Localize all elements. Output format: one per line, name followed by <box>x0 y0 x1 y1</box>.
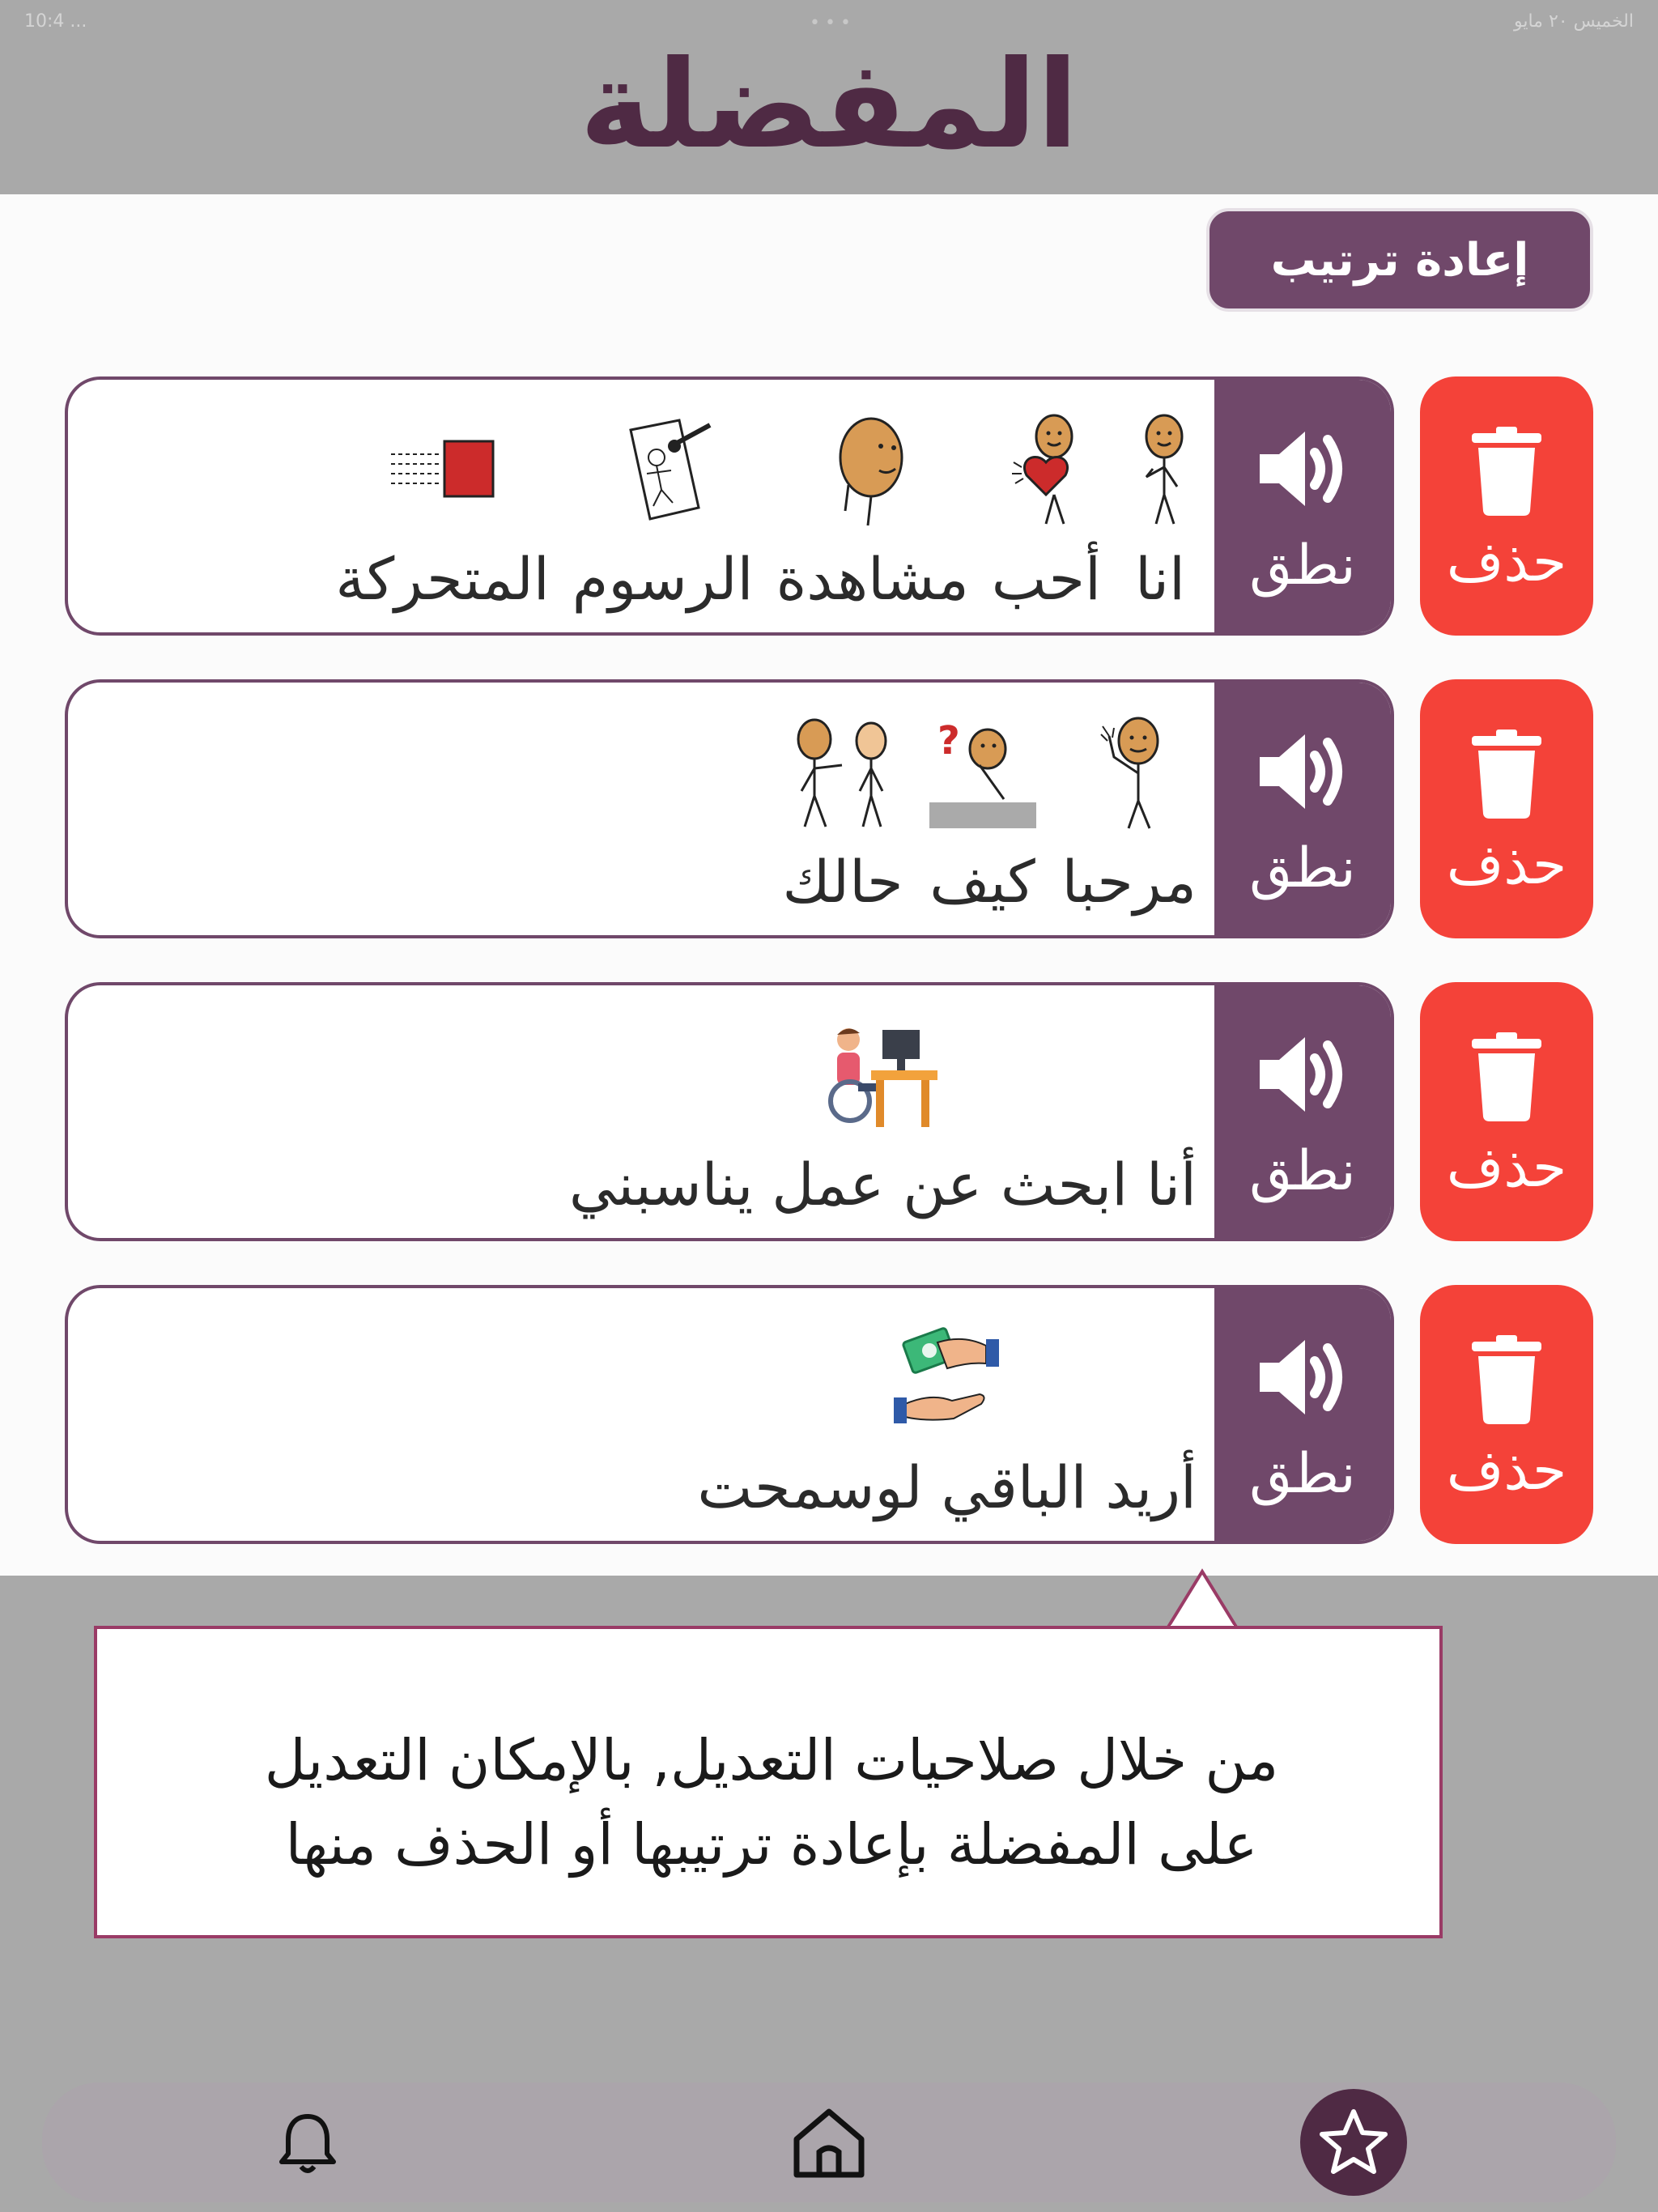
symbol-word: أحب <box>991 545 1101 613</box>
delete-label: حذف <box>1446 530 1567 594</box>
me-person-icon <box>1145 414 1184 525</box>
bell-icon[interactable] <box>274 2110 342 2178</box>
symbol-word: المتحركة <box>335 545 550 613</box>
symbol-strip: مرحبا ? كيف حالك <box>782 683 1197 935</box>
trash-icon <box>1472 730 1541 819</box>
favorite-row: حذف نطق <box>0 376 1658 636</box>
delete-button[interactable]: حذف <box>1420 1285 1593 1544</box>
callout-line-1: من خلال صلاحيات التعديل, بالإمكان التعدي… <box>264 1727 1279 1793</box>
phrase-card[interactable]: نطق أنا ابحث عن عمل يناسبني <box>65 982 1394 1241</box>
symbol-word: أريد الباقي لوسمحت <box>697 1453 1197 1521</box>
wheelchair-computer-icon <box>828 1028 938 1127</box>
speak-button[interactable]: نطق <box>1214 985 1391 1238</box>
speaker-icon <box>1260 734 1342 809</box>
speak-label: نطق <box>1249 534 1356 598</box>
money-hands-icon <box>893 1327 999 1423</box>
speak-button[interactable]: نطق <box>1214 1288 1391 1541</box>
phrase-card[interactable]: نطق أريد الباقي لوسمحت <box>65 1285 1394 1544</box>
symbol-card: مشاهدة <box>776 380 969 632</box>
star-icon <box>1320 2109 1388 2174</box>
delete-label: حذف <box>1446 1136 1567 1200</box>
phrase-card[interactable]: نطق مرحبا ? كيف حالك <box>65 679 1394 938</box>
status-time: 10:4 ... <box>24 11 87 32</box>
callout-line-2: على المفضلة بإعادة ترتيبها أو الحذف منها <box>285 1811 1258 1878</box>
bottom-nav <box>42 2082 1616 2202</box>
speaker-icon <box>1260 1037 1342 1112</box>
two-people-icon <box>797 718 887 827</box>
symbol-word: مرحبا <box>1061 848 1197 916</box>
trash-icon <box>1472 1032 1541 1121</box>
symbol-card: المتحركة <box>335 380 550 632</box>
symbol-card: انا <box>1124 380 1197 632</box>
favorites-tab[interactable] <box>1300 2089 1407 2196</box>
symbol-strip: انا أحب مشاهدة الرسوم المتحركة <box>335 380 1197 632</box>
question-person-icon: ? <box>929 718 1036 828</box>
delete-button[interactable]: حذف <box>1420 679 1593 938</box>
symbol-word: أنا ابحث عن عمل يناسبني <box>568 1151 1197 1219</box>
svg-text:?: ? <box>937 718 960 764</box>
favorite-row: حذف نطق <box>0 1285 1658 1544</box>
love-heart-icon <box>1012 414 1073 525</box>
animation-icon <box>390 440 495 498</box>
symbol-word: انا <box>1135 545 1185 613</box>
callout-text: من خلال صلاحيات التعديل, بالإمكان التعدي… <box>130 1718 1414 1887</box>
speak-label: نطق <box>1249 1139 1356 1203</box>
help-callout: من خلال صلاحيات التعديل, بالإمكان التعدي… <box>94 1626 1443 1938</box>
symbol-word: كيف <box>929 848 1035 916</box>
favorites-content: إعادة ترتيب حذف نطق انا أحب مشاهدة الرسو… <box>0 194 1658 1576</box>
symbol-word: الرسوم <box>572 545 754 613</box>
speaker-icon <box>1260 1340 1342 1414</box>
symbol-word: حالك <box>782 848 903 916</box>
favorite-row: حذف نطق <box>0 679 1658 938</box>
delete-label: حذف <box>1446 1439 1567 1503</box>
favorite-row: حذف نطق <box>0 982 1658 1241</box>
symbol-strip: أنا ابحث عن عمل يناسبني <box>569 985 1197 1238</box>
symbol-card: أريد الباقي لوسمحت <box>697 1288 1197 1541</box>
status-date: الخميس ٢٠ مايو <box>1513 11 1634 32</box>
symbol-word: مشاهدة <box>776 545 969 613</box>
reorder-button[interactable]: إعادة ترتيب <box>1206 208 1593 312</box>
delete-button[interactable]: حذف <box>1420 376 1593 636</box>
speak-label: نطق <box>1249 836 1356 900</box>
phrase-card[interactable]: نطق انا أحب مشاهدة الرسوم المتحركة <box>65 376 1394 636</box>
multitask-dots-icon: ••• <box>810 13 856 33</box>
trash-icon <box>1472 427 1541 516</box>
symbol-card: الرسوم <box>572 380 754 632</box>
wave-hello-icon <box>1100 717 1159 829</box>
callout-pointer <box>1166 1568 1239 1630</box>
speak-button[interactable]: نطق <box>1214 380 1391 632</box>
speaker-icon <box>1260 432 1342 506</box>
speak-button[interactable]: نطق <box>1214 683 1391 935</box>
watch-face-icon <box>839 417 903 526</box>
symbol-card: ? كيف <box>926 683 1039 935</box>
symbol-card: مرحبا <box>1062 683 1197 935</box>
drawing-icon <box>628 419 712 521</box>
symbol-card: حالك <box>782 683 903 935</box>
delete-label: حذف <box>1446 833 1567 897</box>
symbol-card: أنا ابحث عن عمل يناسبني <box>569 985 1197 1238</box>
delete-button[interactable]: حذف <box>1420 982 1593 1241</box>
speak-label: نطق <box>1249 1442 1356 1506</box>
trash-icon <box>1472 1335 1541 1424</box>
symbol-strip: أريد الباقي لوسمحت <box>697 1288 1197 1541</box>
status-bar: 10:4 ... ••• الخميس ٢٠ مايو <box>0 0 1658 49</box>
page-title: المفضلة <box>579 35 1079 176</box>
symbol-card: أحب <box>992 380 1101 632</box>
home-icon[interactable] <box>790 2104 868 2181</box>
